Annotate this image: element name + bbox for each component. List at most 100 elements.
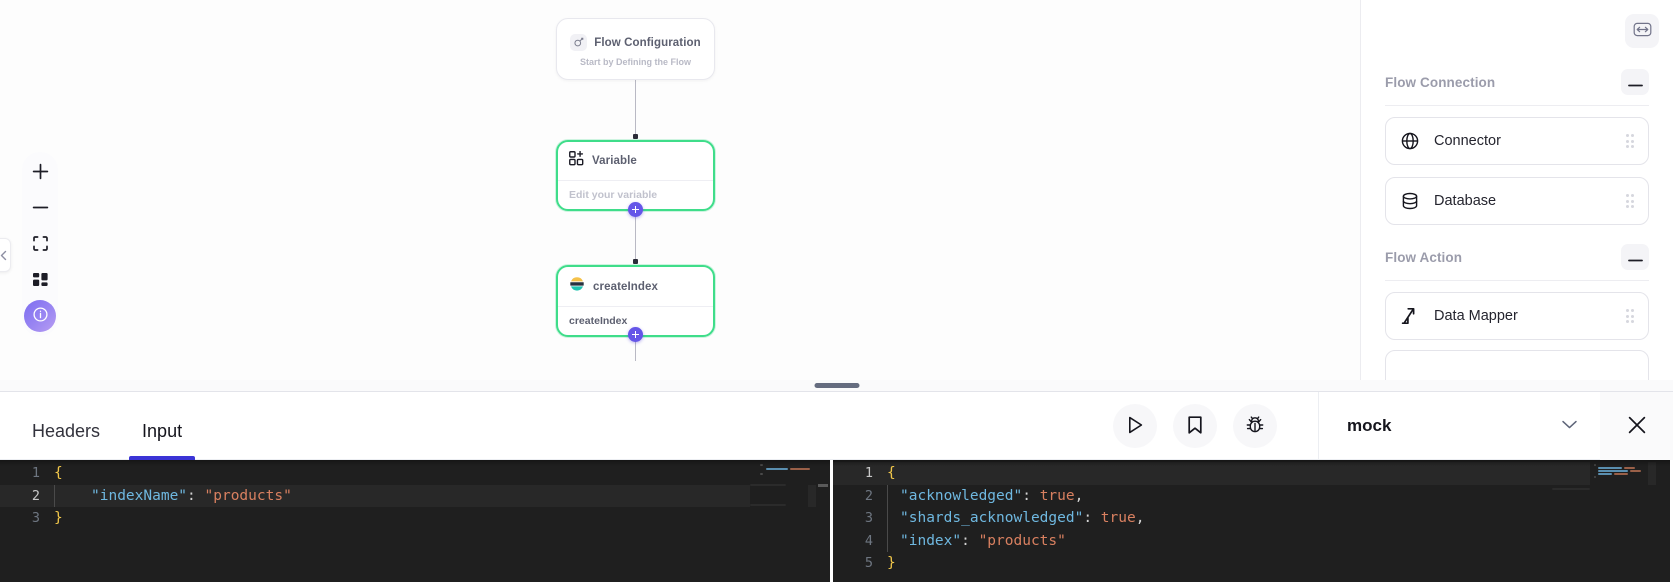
section-title: Flow Connection: [1385, 74, 1496, 90]
expand-panel-button[interactable]: [1625, 14, 1659, 48]
minus-icon: [1627, 75, 1643, 90]
sidebar-item-partial[interactable]: [1385, 350, 1649, 380]
output-code-lines[interactable]: 1{2 "acknowledged": true, 3 "shards_acknowl…: [833, 460, 1670, 575]
node-subtitle: Start by Defining the Flow: [579, 57, 691, 67]
code-token: }: [887, 555, 896, 571]
code-token: :: [961, 532, 979, 549]
line-number: 5: [864, 555, 873, 571]
close-icon: [1625, 413, 1649, 440]
code-tokens: "acknowledged": true,: [887, 484, 1083, 507]
code-token: true: [1039, 487, 1075, 504]
code-line[interactable]: 3 "shards_acknowledged": true,: [833, 507, 1670, 530]
bottom-panel-toolbar: Headers Input mock: [0, 392, 1673, 460]
fit-view-icon: [32, 235, 49, 255]
sidebar-section-flow-connection: Flow Connection Connector Database: [1361, 62, 1673, 225]
flow-config-icon: [570, 34, 588, 51]
zoom-out-button[interactable]: [23, 192, 57, 226]
editor-scroll-shadow: [0, 460, 830, 466]
right-sidebar: Flow Connection Connector Database Flow …: [1360, 0, 1673, 380]
canvas-toolbar: [22, 152, 58, 336]
chevron-left-icon: [0, 250, 8, 261]
editors-row: 1{2 "indexName": "products" 3} 1{2 "acknowl…: [0, 460, 1673, 582]
code-token: :: [1022, 487, 1040, 504]
section-divider: [1385, 105, 1649, 106]
node-title: createIndex: [593, 280, 659, 293]
zoom-in-button[interactable]: [23, 156, 57, 190]
info-button[interactable]: [24, 300, 56, 332]
save-button[interactable]: [1173, 404, 1217, 448]
sidebar-topbar: [1361, 0, 1673, 62]
section-collapse-flow-connection[interactable]: [1621, 69, 1649, 95]
code-tokens: "index": "products": [887, 529, 1066, 552]
add-node-button-2[interactable]: [628, 327, 643, 342]
drag-handle-icon[interactable]: [1625, 309, 1634, 323]
left-panel-collapse-toggle[interactable]: [0, 238, 11, 272]
data-mapper-icon: [1400, 306, 1422, 326]
elasticsearch-icon: [569, 276, 585, 297]
editor-scroll-shadow: [833, 460, 1670, 466]
panel-splitter[interactable]: [0, 380, 1673, 392]
code-line[interactable]: 4 "index": "products": [833, 529, 1670, 552]
splitter-drag-handle[interactable]: [814, 383, 859, 388]
section-divider: [1385, 280, 1649, 281]
code-line[interactable]: 2 "indexName": "products": [0, 484, 830, 507]
bottom-panel-actions: [1113, 404, 1277, 448]
section-collapse-flow-action[interactable]: [1621, 244, 1649, 270]
code-line[interactable]: 2 "acknowledged": true,: [833, 484, 1670, 507]
sidebar-item-connector[interactable]: Connector: [1385, 117, 1649, 165]
code-line[interactable]: 5}: [833, 552, 1670, 575]
bug-icon: [1244, 414, 1266, 439]
sidebar-item-label: Connector: [1434, 133, 1501, 149]
flow-canvas[interactable]: Flow Configuration Start by Defining the…: [0, 0, 1673, 380]
sidebar-section-flow-action: Flow Action Data Mapper: [1361, 237, 1673, 380]
edge-config-to-variable: [635, 76, 636, 138]
plus-icon: [31, 162, 50, 184]
node-header: Flow Configuration: [557, 19, 714, 57]
code-tokens: }: [54, 507, 63, 530]
indent-guide: [887, 507, 901, 530]
input-editor-scrollbar[interactable]: [816, 460, 830, 582]
output-editor[interactable]: 1{2 "acknowledged": true, 3 "shards_acknowl…: [833, 460, 1670, 582]
bookmark-icon: [1184, 414, 1206, 439]
sidebar-item-database[interactable]: Database: [1385, 177, 1649, 225]
output-editor-minimap[interactable]: [1552, 460, 1648, 582]
close-panel-button[interactable]: [1600, 392, 1673, 460]
flow-builder-app: Flow Configuration Start by Defining the…: [0, 0, 1673, 582]
indent-guide: [54, 484, 92, 507]
run-button[interactable]: [1113, 404, 1157, 448]
tab-input[interactable]: Input: [129, 421, 196, 460]
canvas-surface[interactable]: Flow Configuration Start by Defining the…: [0, 0, 1360, 380]
output-editor-scrollbar[interactable]: [1656, 460, 1670, 582]
code-token: {: [54, 465, 63, 481]
layout-button[interactable]: [23, 264, 57, 298]
code-tokens: "shards_acknowledged": true,: [887, 507, 1144, 530]
input-editor-minimap[interactable]: [750, 460, 810, 582]
node-header: createIndex: [558, 267, 713, 306]
database-icon: [1400, 191, 1422, 211]
code-tokens: "indexName": "products": [54, 484, 292, 507]
debug-button[interactable]: [1233, 404, 1277, 448]
node-variable[interactable]: Variable Edit your variable: [556, 140, 715, 211]
input-editor[interactable]: 1{2 "indexName": "products" 3}: [0, 460, 833, 582]
code-token: "indexName": [91, 487, 188, 504]
drag-handle-icon[interactable]: [1625, 134, 1634, 148]
tab-headers[interactable]: Headers: [32, 421, 100, 460]
code-token: "products": [204, 487, 292, 504]
fit-view-button[interactable]: [23, 228, 57, 262]
code-token: :: [187, 487, 205, 504]
add-node-button-1[interactable]: [628, 202, 643, 217]
line-number: 3: [31, 510, 40, 526]
mock-select[interactable]: mock: [1318, 392, 1600, 460]
drag-handle-icon[interactable]: [1625, 194, 1634, 208]
mock-select-value: mock: [1347, 416, 1392, 435]
code-line[interactable]: 3}: [0, 507, 830, 530]
sidebar-item-data-mapper[interactable]: Data Mapper: [1385, 292, 1649, 340]
minus-icon: [31, 198, 50, 220]
info-icon: [32, 306, 49, 326]
code-token: true: [1100, 510, 1136, 526]
sidebar-item-label: Database: [1434, 193, 1497, 209]
input-code-lines[interactable]: 1{2 "indexName": "products" 3}: [0, 460, 830, 530]
line-number: 2: [31, 487, 40, 504]
section-title: Flow Action: [1385, 249, 1463, 265]
node-flow-configuration[interactable]: Flow Configuration Start by Defining the…: [556, 18, 715, 80]
